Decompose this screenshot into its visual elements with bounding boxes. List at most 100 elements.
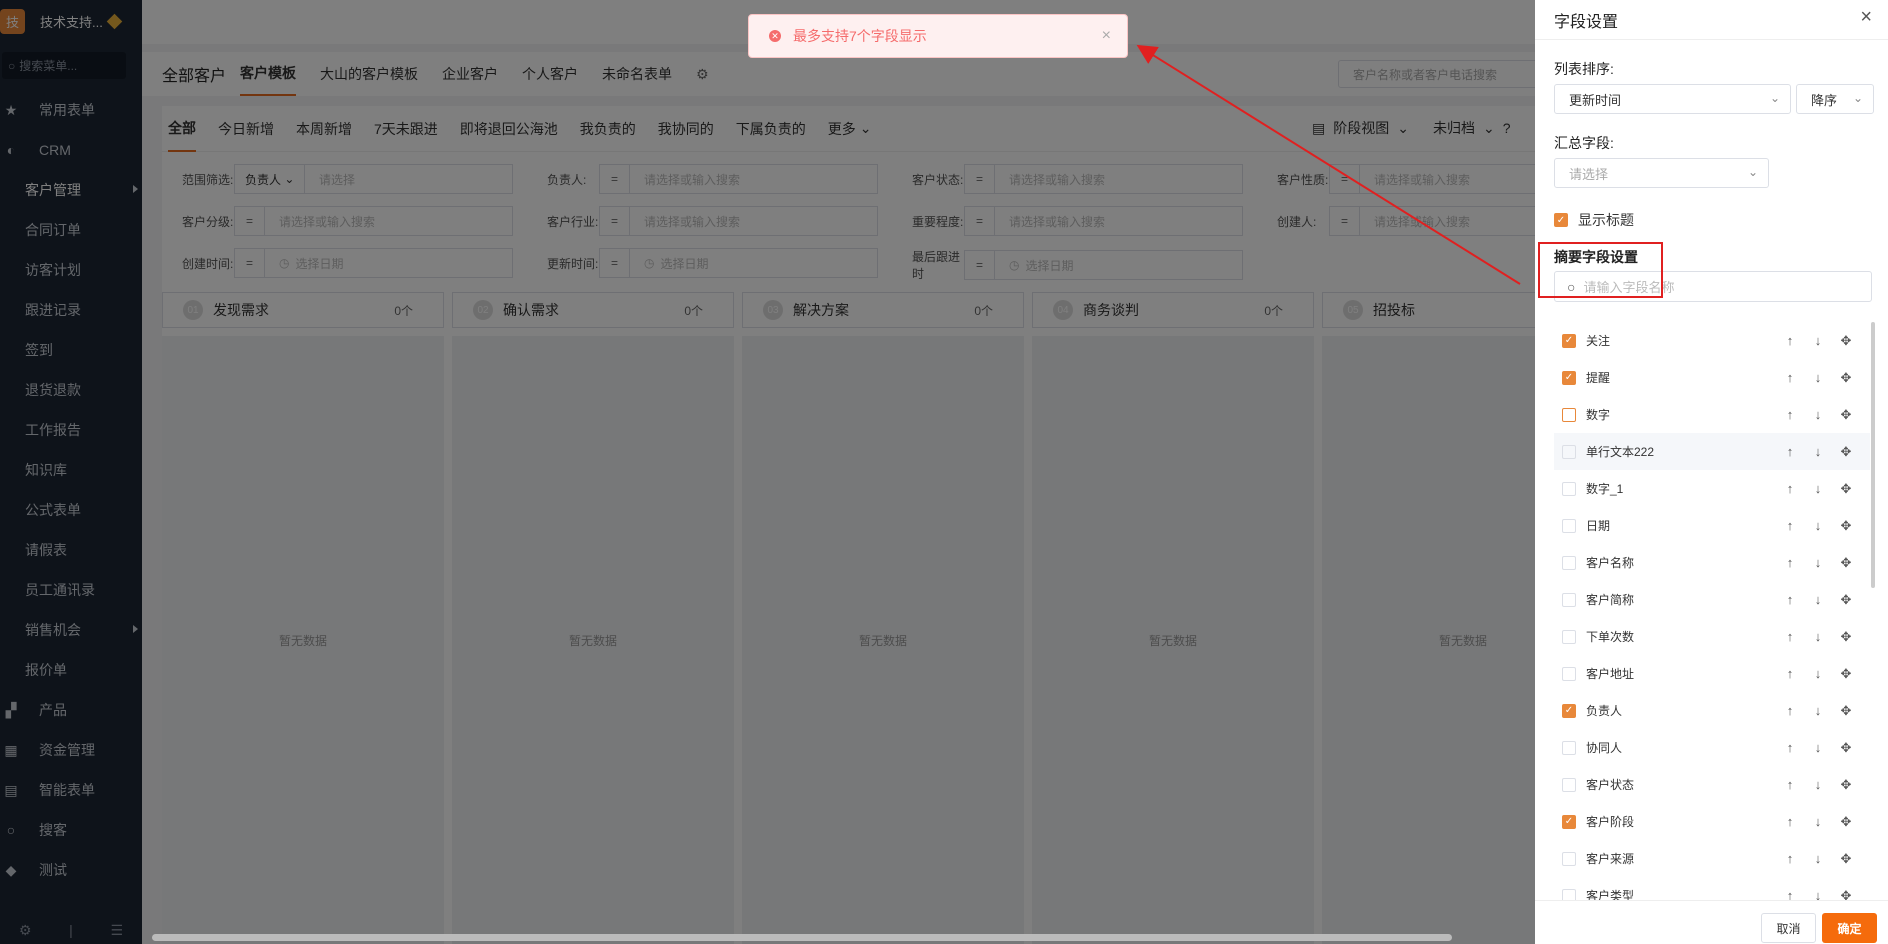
checkbox-checked: ✓ <box>1554 213 1568 227</box>
arrow-up-icon[interactable]: ↑ <box>1776 370 1804 386</box>
field-row[interactable]: 日期 ↑ ↓ ✥ <box>1554 507 1870 544</box>
arrow-up-icon[interactable]: ↑ <box>1776 703 1804 719</box>
arrow-up-icon[interactable]: ↑ <box>1776 629 1804 645</box>
field-checkbox[interactable] <box>1562 851 1576 866</box>
field-row[interactable]: 协同人 ↑ ↓ ✥ <box>1554 729 1870 766</box>
summary-field-select[interactable]: 请选择 ⌄ <box>1554 158 1769 188</box>
arrow-down-icon[interactable]: ↓ <box>1804 518 1832 534</box>
field-checkbox[interactable] <box>1562 740 1576 755</box>
arrow-down-icon[interactable]: ↓ <box>1804 370 1832 386</box>
field-checkbox[interactable]: ✓ <box>1562 814 1576 829</box>
drag-move-icon[interactable]: ✥ <box>1832 592 1860 608</box>
vertical-scrollbar[interactable] <box>1871 322 1875 588</box>
confirm-button[interactable]: 确定 <box>1822 913 1877 943</box>
field-row[interactable]: 客户状态 ↑ ↓ ✥ <box>1554 766 1870 803</box>
field-row[interactable]: 客户来源 ↑ ↓ ✥ <box>1554 840 1870 877</box>
field-checkbox[interactable] <box>1562 666 1576 681</box>
arrow-up-icon[interactable]: ↑ <box>1776 333 1804 349</box>
arrow-down-icon[interactable]: ↓ <box>1804 740 1832 756</box>
field-row[interactable]: ✓ 客户阶段 ↑ ↓ ✥ <box>1554 803 1870 840</box>
drag-move-icon[interactable]: ✥ <box>1832 851 1860 867</box>
arrow-up-icon[interactable]: ↑ <box>1776 666 1804 682</box>
field-checkbox[interactable] <box>1562 777 1576 792</box>
arrow-down-icon[interactable]: ↓ <box>1804 888 1832 900</box>
field-checkbox[interactable]: ✓ <box>1562 333 1576 348</box>
field-row[interactable]: 客户简称 ↑ ↓ ✥ <box>1554 581 1870 618</box>
field-checkbox[interactable] <box>1562 629 1576 644</box>
field-checkbox[interactable] <box>1562 555 1576 570</box>
field-ops: ↑ ↓ ✥ <box>1776 703 1860 719</box>
arrow-up-icon[interactable]: ↑ <box>1776 555 1804 571</box>
drag-move-icon[interactable]: ✥ <box>1832 333 1860 349</box>
sort-order-value: 降序 <box>1811 92 1838 108</box>
drag-move-icon[interactable]: ✥ <box>1832 370 1860 386</box>
arrow-down-icon[interactable]: ↓ <box>1804 592 1832 608</box>
arrow-up-icon[interactable]: ↑ <box>1776 444 1804 460</box>
cancel-button[interactable]: 取消 <box>1761 913 1816 943</box>
field-row[interactable]: 客户地址 ↑ ↓ ✥ <box>1554 655 1870 692</box>
field-row[interactable]: 下单次数 ↑ ↓ ✥ <box>1554 618 1870 655</box>
field-checkbox[interactable] <box>1562 592 1576 607</box>
field-row[interactable]: ✓ 关注 ↑ ↓ ✥ <box>1554 322 1870 359</box>
drag-move-icon[interactable]: ✥ <box>1832 703 1860 719</box>
field-checkbox[interactable] <box>1562 888 1576 900</box>
show-title-checkbox[interactable]: ✓ 显示标题 <box>1554 210 1634 230</box>
arrow-up-icon[interactable]: ↑ <box>1776 740 1804 756</box>
drag-move-icon[interactable]: ✥ <box>1832 481 1860 497</box>
close-icon[interactable]: × <box>1860 6 1872 29</box>
field-name: 客户地址 <box>1586 667 1635 681</box>
field-ops: ↑ ↓ ✥ <box>1776 333 1860 349</box>
sort-field-value: 更新时间 <box>1569 92 1622 108</box>
arrow-up-icon[interactable]: ↑ <box>1776 518 1804 534</box>
drag-move-icon[interactable]: ✥ <box>1832 740 1860 756</box>
arrow-down-icon[interactable]: ↓ <box>1804 555 1832 571</box>
field-row[interactable]: ✓ 提醒 ↑ ↓ ✥ <box>1554 359 1870 396</box>
sort-order-select[interactable]: 降序 ⌄ <box>1796 84 1874 114</box>
drag-move-icon[interactable]: ✥ <box>1832 518 1860 534</box>
field-row[interactable]: 客户名称 ↑ ↓ ✥ <box>1554 544 1870 581</box>
drag-move-icon[interactable]: ✥ <box>1832 777 1860 793</box>
field-row[interactable]: ✓ 负责人 ↑ ↓ ✥ <box>1554 692 1870 729</box>
drag-move-icon[interactable]: ✥ <box>1832 629 1860 645</box>
field-checkbox[interactable]: ✓ <box>1562 703 1576 718</box>
field-row[interactable]: 数字 ↑ ↓ ✥ <box>1554 396 1870 433</box>
arrow-down-icon[interactable]: ↓ <box>1804 703 1832 719</box>
arrow-down-icon[interactable]: ↓ <box>1804 481 1832 497</box>
field-row[interactable]: 数字_1 ↑ ↓ ✥ <box>1554 470 1870 507</box>
drag-move-icon[interactable]: ✥ <box>1832 444 1860 460</box>
field-row[interactable]: 客户类型 ↑ ↓ ✥ <box>1554 877 1870 900</box>
arrow-down-icon[interactable]: ↓ <box>1804 814 1832 830</box>
arrow-up-icon[interactable]: ↑ <box>1776 407 1804 423</box>
arrow-down-icon[interactable]: ↓ <box>1804 407 1832 423</box>
arrow-up-icon[interactable]: ↑ <box>1776 481 1804 497</box>
field-checkbox[interactable] <box>1562 518 1576 533</box>
arrow-down-icon[interactable]: ↓ <box>1804 777 1832 793</box>
field-checkbox[interactable]: ✓ <box>1562 370 1576 385</box>
drag-move-icon[interactable]: ✥ <box>1832 407 1860 423</box>
field-ops: ↑ ↓ ✥ <box>1776 555 1860 571</box>
drag-move-icon[interactable]: ✥ <box>1832 888 1860 900</box>
toast-message: 最多支持7个字段显示 <box>793 28 927 44</box>
modal-overlay[interactable] <box>0 0 1535 944</box>
arrow-down-icon[interactable]: ↓ <box>1804 851 1832 867</box>
arrow-down-icon[interactable]: ↓ <box>1804 629 1832 645</box>
sort-field-select[interactable]: 更新时间 ⌄ <box>1554 84 1791 114</box>
drag-move-icon[interactable]: ✥ <box>1832 814 1860 830</box>
field-checkbox[interactable] <box>1562 481 1576 496</box>
field-checkbox[interactable] <box>1562 444 1576 459</box>
arrow-down-icon[interactable]: ↓ <box>1804 333 1832 349</box>
field-row[interactable]: 单行文本222 ↑ ↓ ✥ <box>1554 433 1870 470</box>
arrow-up-icon[interactable]: ↑ <box>1776 777 1804 793</box>
horizontal-scrollbar[interactable] <box>152 934 1452 941</box>
drag-move-icon[interactable]: ✥ <box>1832 555 1860 571</box>
arrow-down-icon[interactable]: ↓ <box>1804 444 1832 460</box>
field-name: 客户名称 <box>1586 556 1635 570</box>
drag-move-icon[interactable]: ✥ <box>1832 666 1860 682</box>
arrow-up-icon[interactable]: ↑ <box>1776 814 1804 830</box>
arrow-up-icon[interactable]: ↑ <box>1776 592 1804 608</box>
field-checkbox[interactable] <box>1562 407 1576 422</box>
arrow-up-icon[interactable]: ↑ <box>1776 888 1804 900</box>
close-icon[interactable]: × <box>1102 27 1111 45</box>
arrow-down-icon[interactable]: ↓ <box>1804 666 1832 682</box>
arrow-up-icon[interactable]: ↑ <box>1776 851 1804 867</box>
